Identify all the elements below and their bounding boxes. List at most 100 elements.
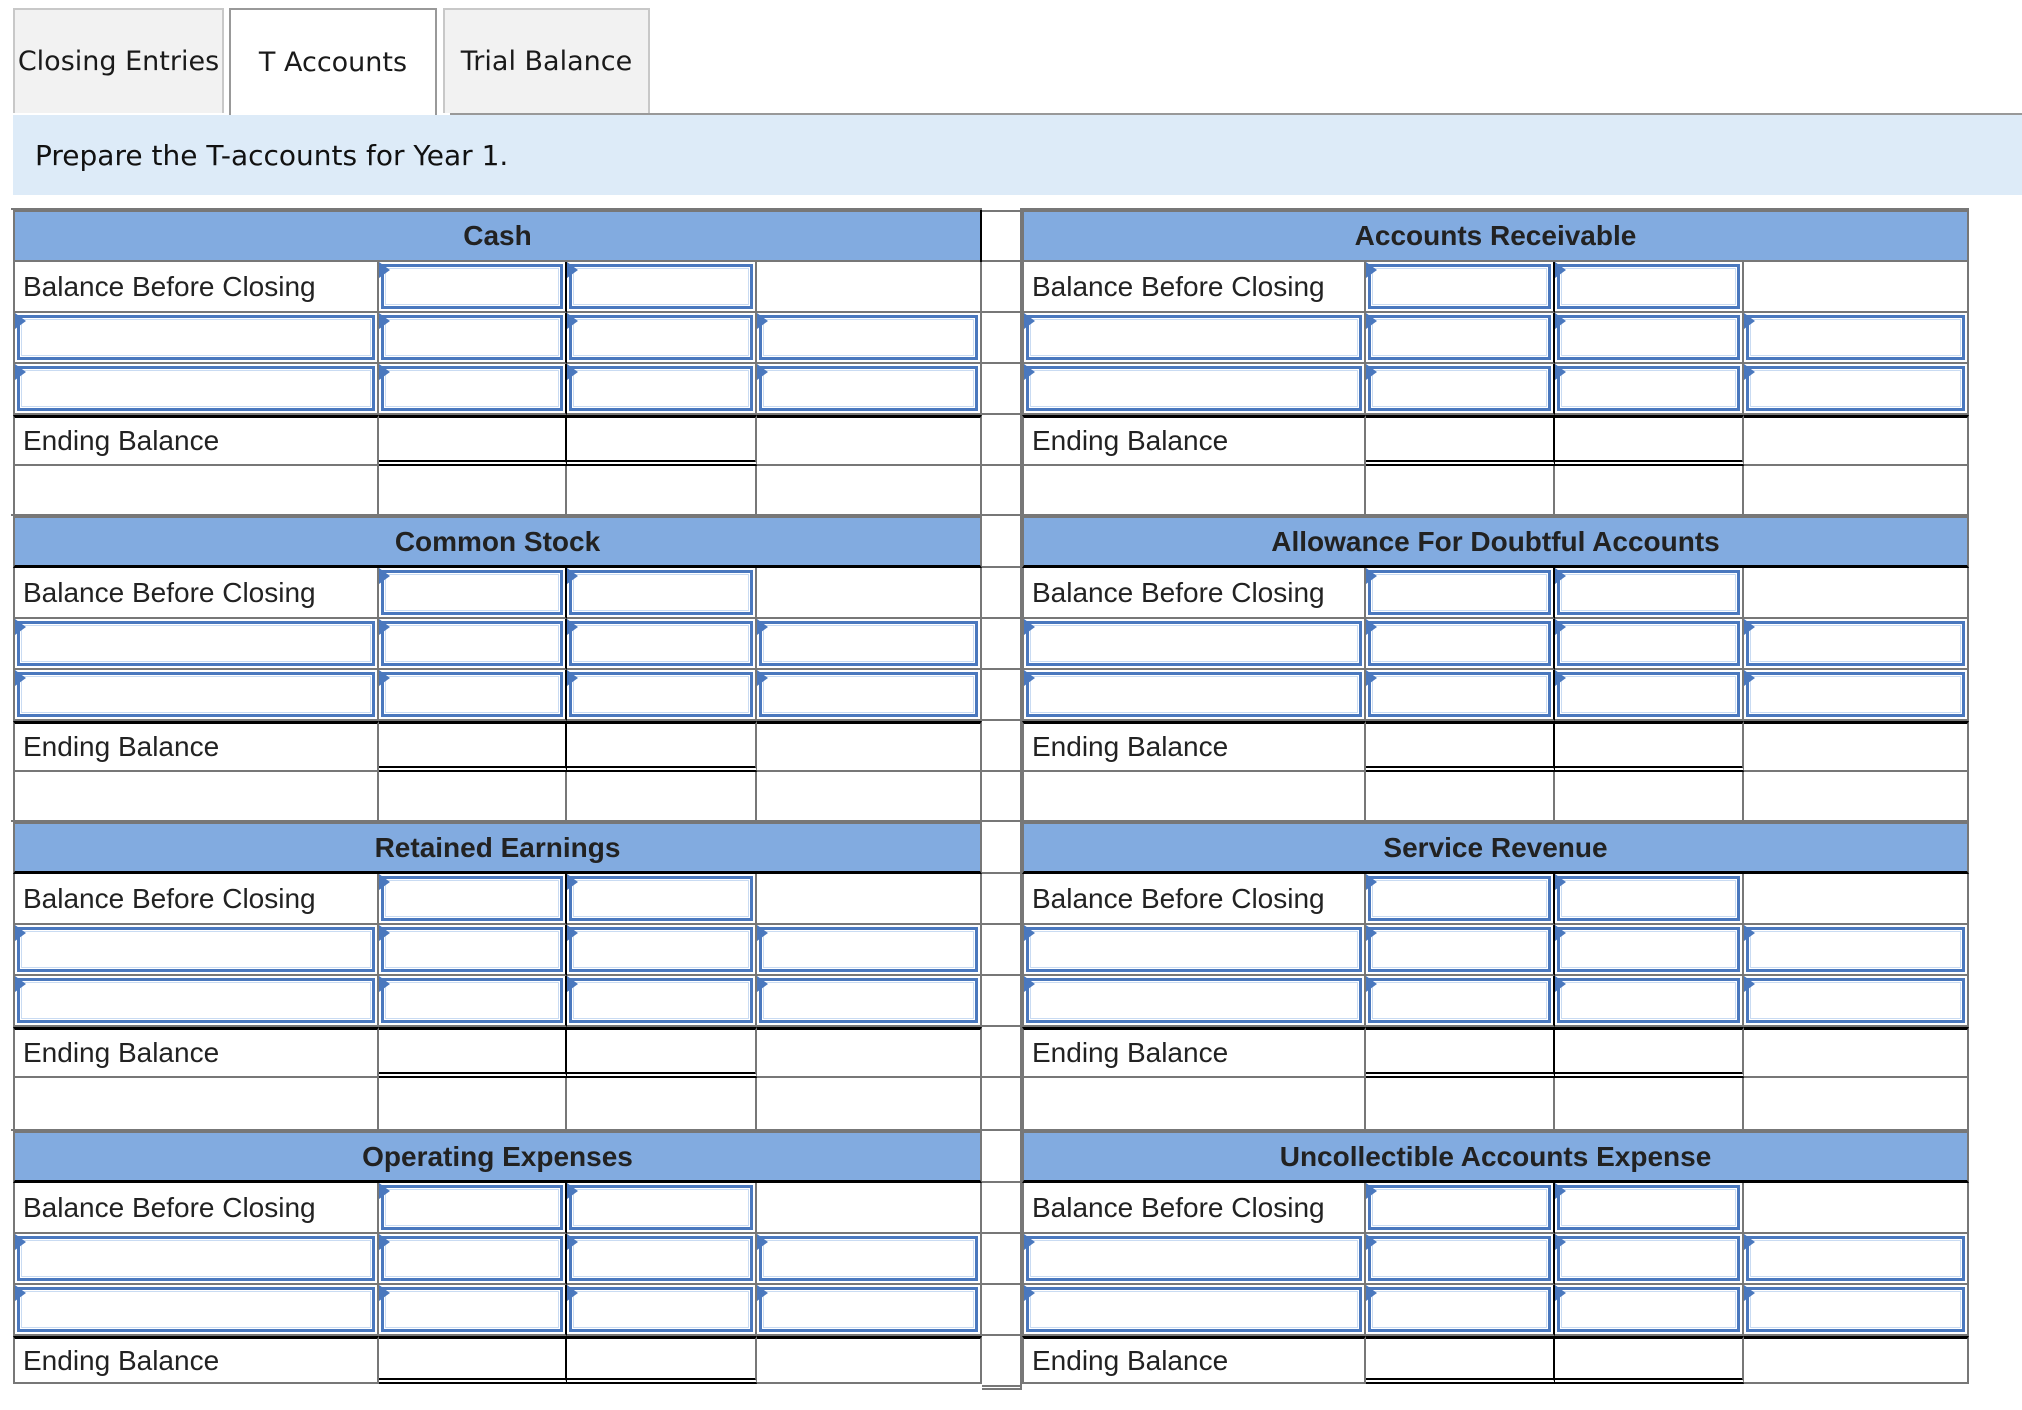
entry-reference-select[interactable]	[1746, 315, 1965, 360]
bbc-credit-input[interactable]	[1557, 264, 1740, 309]
entry-credit-input[interactable]	[569, 1287, 753, 1332]
bbc-credit-input[interactable]	[569, 570, 753, 615]
entry-debit-input[interactable]	[1368, 315, 1551, 360]
bbc-debit-input[interactable]	[381, 264, 563, 309]
entry-debit-input[interactable]	[381, 1236, 563, 1281]
entry-debit-input[interactable]	[381, 1287, 563, 1332]
entry-credit-input[interactable]	[1557, 1236, 1740, 1281]
entry-debit-input[interactable]	[1368, 621, 1551, 666]
entry-description-select[interactable]	[17, 1236, 375, 1281]
bbc-debit-input[interactable]	[1368, 1185, 1551, 1230]
entry-description-select[interactable]	[17, 672, 375, 717]
entry-credit-input[interactable]	[1557, 927, 1740, 972]
bbc-debit-input[interactable]	[381, 570, 563, 615]
entry-reference-select[interactable]	[1746, 672, 1965, 717]
entry-debit-input[interactable]	[1368, 672, 1551, 717]
entry-debit-input[interactable]	[381, 927, 563, 972]
entry-reference-select[interactable]	[1746, 621, 1965, 666]
entry-cell	[1022, 1285, 1366, 1336]
entry-reference-select[interactable]	[759, 1236, 978, 1281]
tab-t-accounts[interactable]: T Accounts	[229, 8, 437, 115]
bbc-debit-input[interactable]	[381, 876, 563, 921]
entry-credit-input[interactable]	[1557, 366, 1740, 411]
entry-debit-input[interactable]	[381, 621, 563, 666]
entry-cell	[1022, 313, 1366, 364]
spacer-cell	[1555, 772, 1744, 822]
entry-description-select[interactable]	[1026, 672, 1362, 717]
entry-reference-select[interactable]	[1746, 366, 1965, 411]
entry-debit-input[interactable]	[381, 672, 563, 717]
ending-balance-label: Ending Balance	[1022, 1336, 1366, 1384]
dropdown-flag-icon	[1366, 1234, 1377, 1250]
entry-reference-select[interactable]	[759, 978, 978, 1023]
entry-debit-input[interactable]	[381, 315, 563, 360]
entry-debit-input[interactable]	[1368, 978, 1551, 1023]
entry-debit-input[interactable]	[1368, 1287, 1551, 1332]
entry-reference-select[interactable]	[1746, 1287, 1965, 1332]
entry-credit-input[interactable]	[1557, 672, 1740, 717]
entry-credit-input[interactable]	[569, 1236, 753, 1281]
entry-description-select[interactable]	[17, 927, 375, 972]
entry-credit-input[interactable]	[1557, 315, 1740, 360]
bbc-credit-input[interactable]	[1557, 1185, 1740, 1230]
entry-debit-input[interactable]	[1368, 927, 1551, 972]
spacer-cell	[1022, 772, 1366, 822]
entry-description-select[interactable]	[1026, 978, 1362, 1023]
entry-reference-select[interactable]	[759, 315, 978, 360]
entry-reference-select[interactable]	[759, 621, 978, 666]
entry-credit-input[interactable]	[569, 978, 753, 1023]
bbc-credit-input[interactable]	[1557, 570, 1740, 615]
dropdown-flag-icon	[757, 670, 768, 686]
entry-debit-input[interactable]	[381, 366, 563, 411]
entry-reference-select[interactable]	[759, 1287, 978, 1332]
entry-reference-select[interactable]	[1746, 978, 1965, 1023]
bbc-credit-input[interactable]	[569, 876, 753, 921]
entry-credit-input[interactable]	[569, 927, 753, 972]
entry-debit-input[interactable]	[1368, 366, 1551, 411]
entry-reference-select[interactable]	[759, 927, 978, 972]
entry-debit-input[interactable]	[1368, 1236, 1551, 1281]
entry-description-select[interactable]	[17, 366, 375, 411]
entry-credit-input[interactable]	[1557, 621, 1740, 666]
entry-credit-input[interactable]	[569, 672, 753, 717]
bbc-debit-input[interactable]	[1368, 570, 1551, 615]
entry-cell	[1555, 364, 1744, 415]
entry-description-select[interactable]	[17, 978, 375, 1023]
entry-description-select[interactable]	[1026, 1287, 1362, 1332]
entry-cell	[567, 364, 757, 415]
bbc-debit-input[interactable]	[381, 1185, 563, 1230]
entry-credit-input[interactable]	[569, 315, 753, 360]
entry-description-select[interactable]	[1026, 1236, 1362, 1281]
bbc-credit-input[interactable]	[1557, 876, 1740, 921]
entry-credit-input[interactable]	[1557, 978, 1740, 1023]
tab-trial-balance[interactable]: Trial Balance	[443, 8, 650, 113]
bbc-credit-input[interactable]	[569, 264, 753, 309]
column-gap	[982, 313, 1022, 364]
entry-reference-select[interactable]	[1746, 1236, 1965, 1281]
entry-reference-select[interactable]	[759, 366, 978, 411]
bbc-debit-input[interactable]	[1368, 264, 1551, 309]
spacer-cell	[1744, 466, 1969, 516]
entry-cell	[1555, 1234, 1744, 1285]
entry-reference-select[interactable]	[759, 672, 978, 717]
bbc-debit-input[interactable]	[1368, 876, 1551, 921]
entry-description-select[interactable]	[1026, 315, 1362, 360]
entry-credit-input[interactable]	[569, 366, 753, 411]
entry-description-select[interactable]	[17, 1287, 375, 1332]
dropdown-flag-icon	[1024, 925, 1035, 941]
entry-reference-select[interactable]	[1746, 927, 1965, 972]
entry-credit-input[interactable]	[1557, 1287, 1740, 1332]
entry-description-select[interactable]	[17, 315, 375, 360]
bbc-amount-cell	[1366, 262, 1555, 313]
entry-credit-input[interactable]	[569, 621, 753, 666]
column-gap	[982, 822, 1022, 874]
spacer-cell	[1022, 466, 1366, 516]
entry-debit-input[interactable]	[381, 978, 563, 1023]
entry-description-select[interactable]	[1026, 621, 1362, 666]
entry-description-select[interactable]	[17, 621, 375, 666]
tab-closing-entries[interactable]: Closing Entries	[13, 8, 224, 113]
entry-description-select[interactable]	[1026, 927, 1362, 972]
bbc-credit-input[interactable]	[569, 1185, 753, 1230]
entry-description-select[interactable]	[1026, 366, 1362, 411]
dropdown-flag-icon	[1555, 670, 1566, 686]
